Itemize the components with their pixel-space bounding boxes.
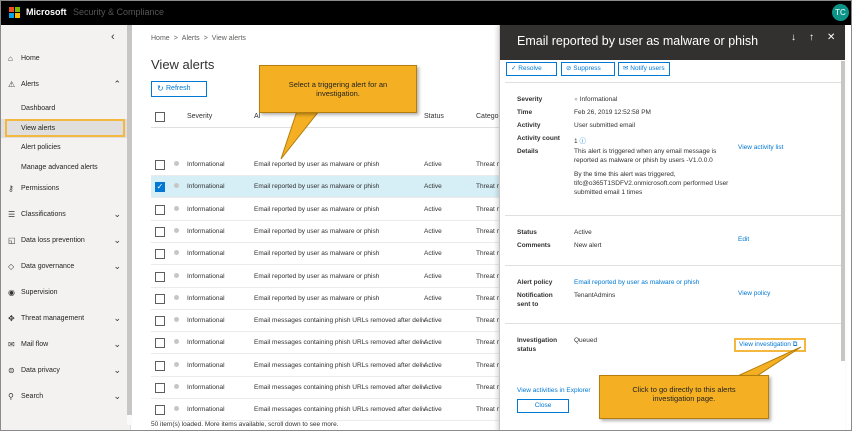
callout-arrow-top — [280, 110, 321, 160]
callout-top: Select a triggering alert for an investi… — [259, 65, 417, 113]
callout-arrows — [280, 110, 802, 394]
screenshot-frame: Microsoft Security & Compliance TC ‹ ⌂ Ho… — [0, 0, 852, 431]
callout-bottom: Click to go directly to this alerts inve… — [599, 375, 769, 419]
